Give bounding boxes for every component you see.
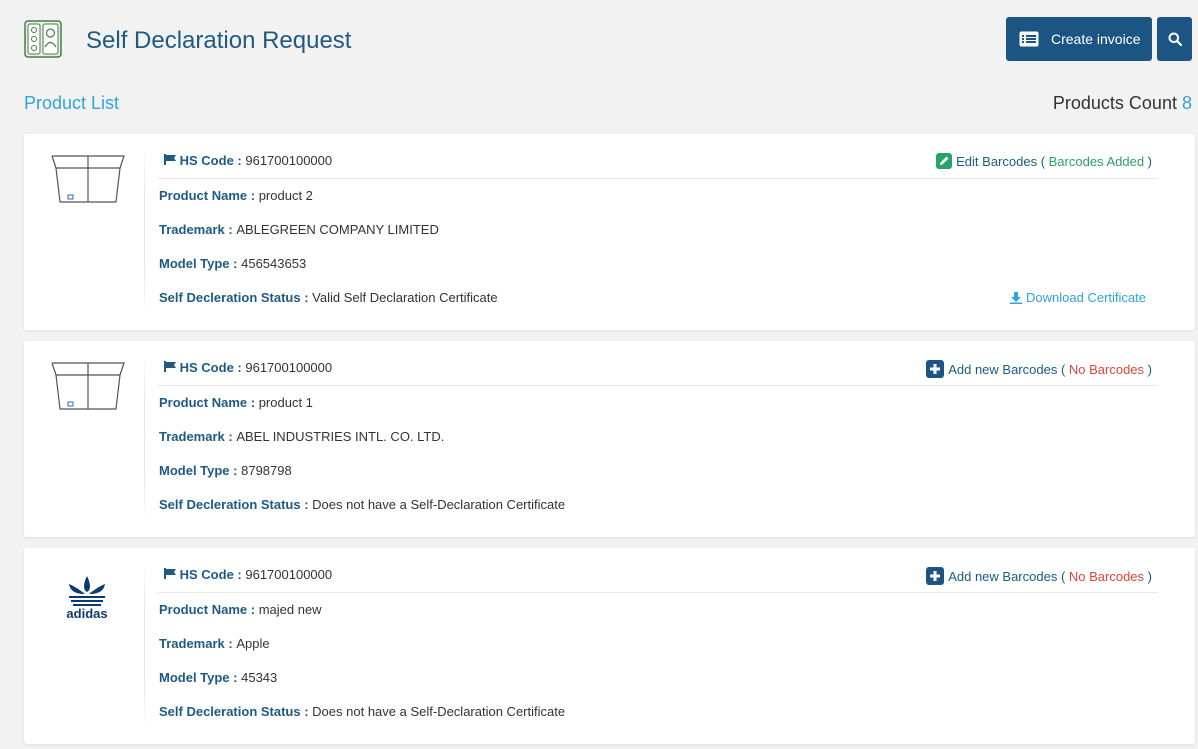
product-name-row: Product Name : majed new <box>159 602 322 617</box>
status-row: Self Decleration Status : Does not have … <box>159 704 566 719</box>
hs-code-row: HS Code : 961700100000 Edit Barcodes ( B… <box>158 150 1158 179</box>
download-label: Download Certificate <box>1026 290 1146 305</box>
hs-code-label: HS Code <box>179 153 234 168</box>
search-icon <box>1168 32 1182 46</box>
trademark-label: Trademark <box>159 429 225 444</box>
trademark-value: Apple <box>236 636 270 651</box>
create-invoice-label: Create invoice <box>1051 31 1141 47</box>
trademark-value: ABEL INDUSTRIES INTL. CO. LTD. <box>236 429 445 444</box>
trademark-row: Trademark : Apple <box>159 636 270 651</box>
empty-box-icon <box>50 361 126 413</box>
product-name-value: product 1 <box>258 395 313 410</box>
barcode-status: Barcodes Added <box>1048 153 1145 169</box>
hs-code-label: HS Code <box>179 567 234 582</box>
hs-code-row: HS Code : 961700100000 Add new Barcodes … <box>158 564 1158 593</box>
barcode-status: No Barcodes <box>1068 568 1145 584</box>
model-type-row: Model Type : 456543653 <box>159 256 307 271</box>
product-name-label: Product Name <box>159 395 248 410</box>
page-header: Self Declaration Request Create invoice <box>0 0 1198 80</box>
product-name-label: Product Name <box>159 188 248 203</box>
products-count: Products Count 8 <box>1053 93 1192 114</box>
model-type-label: Model Type <box>159 670 230 685</box>
trademark-label: Trademark <box>159 636 225 651</box>
adidas-logo: adidas <box>52 570 122 624</box>
product-card: adidas HS Code : 961700100000 Add new Ba… <box>24 548 1195 744</box>
download-icon <box>1010 292 1023 304</box>
product-card: HS Code : 961700100000 Add new Barcodes … <box>24 341 1195 537</box>
barcode-action: Add new Barcodes <box>948 568 1058 584</box>
model-type-value: 45343 <box>241 670 278 685</box>
products-count-value: 8 <box>1181 93 1192 113</box>
product-details: HS Code : 961700100000 Edit Barcodes ( B… <box>158 150 1158 315</box>
trademark-row: Trademark : ABEL INDUSTRIES INTL. CO. LT… <box>159 429 445 444</box>
search-button[interactable] <box>1157 17 1192 61</box>
card-divider <box>144 353 145 523</box>
trademark-value: ABLEGREEN COMPANY LIMITED <box>236 222 439 237</box>
hs-code-value: 961700100000 <box>245 153 333 168</box>
hs-code: HS Code : 961700100000 <box>164 567 332 582</box>
product-list-title: Product List <box>24 93 120 113</box>
add-barcodes-link[interactable]: Add new Barcodes ( No Barcodes ) <box>926 360 1152 378</box>
model-type-row: Model Type : 45343 <box>159 670 278 685</box>
self-declaration-app-icon <box>24 20 64 60</box>
model-type-row: Model Type : 8798798 <box>159 463 292 478</box>
status-value: Does not have a Self-Declaration Certifi… <box>312 704 566 719</box>
status-row: Self Decleration Status : Valid Self Dec… <box>158 281 1158 315</box>
card-divider <box>144 560 145 730</box>
status-label: Self Decleration Status <box>159 290 301 305</box>
add-barcodes-link[interactable]: Add new Barcodes ( No Barcodes ) <box>926 567 1152 585</box>
product-name-value: majed new <box>258 602 322 617</box>
trademark-label: Trademark <box>159 222 225 237</box>
model-type-label: Model Type <box>159 256 230 271</box>
model-type-label: Model Type <box>159 463 230 478</box>
product-details: HS Code : 961700100000 Add new Barcodes … <box>158 564 1158 729</box>
adidas-logo-text: adidas <box>66 606 107 621</box>
hs-code-row: HS Code : 961700100000 Add new Barcodes … <box>158 357 1158 386</box>
trademark-row: Trademark : ABLEGREEN COMPANY LIMITED <box>159 222 439 237</box>
barcode-status: No Barcodes <box>1068 361 1145 377</box>
products-count-label: Products Count <box>1052 93 1177 113</box>
status-value: Valid Self Declaration Certificate <box>312 290 498 305</box>
hs-code-value: 961700100000 <box>245 360 333 375</box>
barcode-action: Add new Barcodes <box>948 361 1058 377</box>
product-name-value: product 2 <box>258 188 313 203</box>
status-label: Self Decleration Status <box>159 497 301 512</box>
pencil-square-icon <box>936 153 953 169</box>
status-row: Self Decleration Status : Does not have … <box>159 497 566 512</box>
plus-square-icon <box>926 567 945 585</box>
page-title: Self Declaration Request <box>86 27 352 54</box>
hs-code-label: HS Code <box>179 360 234 375</box>
product-name-row: Product Name : product 1 <box>159 395 313 410</box>
product-name-row: Product Name : product 2 <box>159 188 313 203</box>
card-divider <box>144 146 145 316</box>
plus-square-icon <box>926 360 945 378</box>
hs-code: HS Code : 961700100000 <box>164 360 332 375</box>
product-details: HS Code : 961700100000 Add new Barcodes … <box>158 357 1158 522</box>
hs-code: HS Code : 961700100000 <box>164 153 332 168</box>
download-certificate-link[interactable]: Download Certificate <box>1010 281 1146 315</box>
empty-box-icon <box>50 154 126 206</box>
flag-icon <box>164 154 176 165</box>
model-type-value: 456543653 <box>241 256 307 271</box>
invoice-icon <box>1019 31 1039 47</box>
hs-code-value: 961700100000 <box>245 567 333 582</box>
product-name-label: Product Name <box>159 602 248 617</box>
product-card: HS Code : 961700100000 Edit Barcodes ( B… <box>24 134 1195 330</box>
flag-icon <box>164 568 176 579</box>
status-value: Does not have a Self-Declaration Certifi… <box>312 497 566 512</box>
create-invoice-button[interactable]: Create invoice <box>1006 17 1152 61</box>
flag-icon <box>164 361 176 372</box>
model-type-value: 8798798 <box>241 463 292 478</box>
status-label: Self Decleration Status <box>159 704 301 719</box>
barcode-action: Edit Barcodes <box>956 153 1038 169</box>
edit-barcodes-link[interactable]: Edit Barcodes ( Barcodes Added ) <box>936 153 1152 169</box>
